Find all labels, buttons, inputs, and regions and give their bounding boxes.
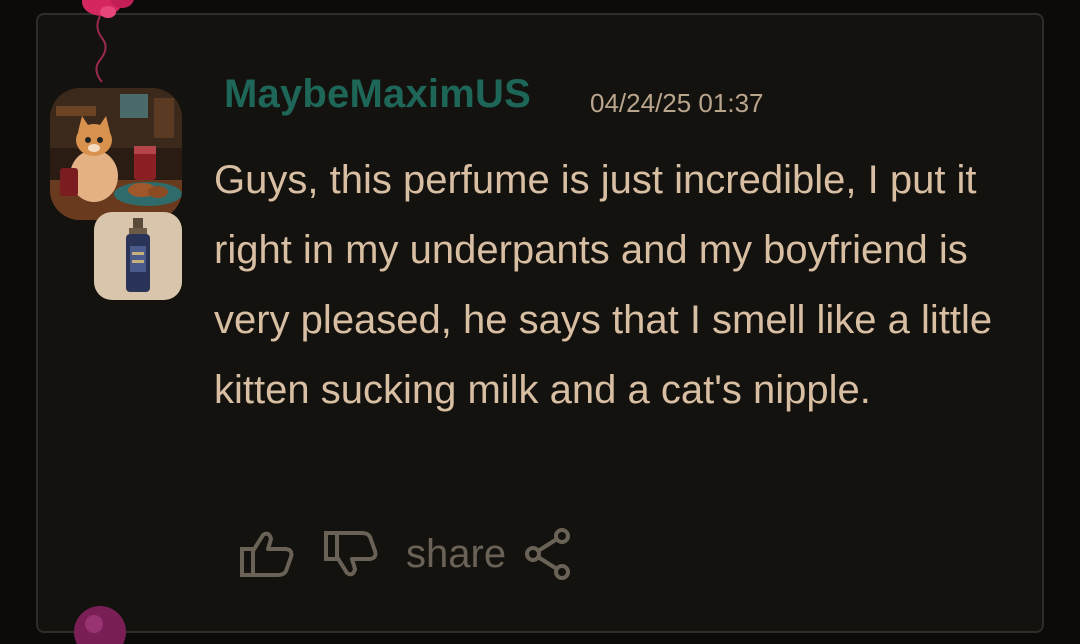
balloon-bottom-icon xyxy=(74,606,126,644)
balloon-icon xyxy=(82,0,134,83)
dislike-button[interactable] xyxy=(322,529,380,579)
share-label: share xyxy=(406,531,507,576)
like-button[interactable] xyxy=(238,529,296,579)
timestamp: 04/24/25 01:37 xyxy=(590,88,764,118)
comment-actions: share xyxy=(238,524,572,584)
share-icon xyxy=(525,528,571,580)
page: MaybeMaximUS 04/24/25 01:37 Guys, this p… xyxy=(0,0,1080,644)
thumbs-up-icon xyxy=(240,531,294,577)
perfume-bottle-icon xyxy=(126,218,150,292)
cat-avatar-icon xyxy=(50,88,182,220)
avatar[interactable] xyxy=(50,88,182,220)
share-button[interactable]: share xyxy=(406,527,572,581)
comment-text: Guys, this perfume is just incredible, I… xyxy=(214,158,993,412)
perfume-badge[interactable] xyxy=(94,212,182,300)
username[interactable]: MaybeMaximUS xyxy=(224,72,531,117)
thumbs-down-icon xyxy=(324,531,378,577)
